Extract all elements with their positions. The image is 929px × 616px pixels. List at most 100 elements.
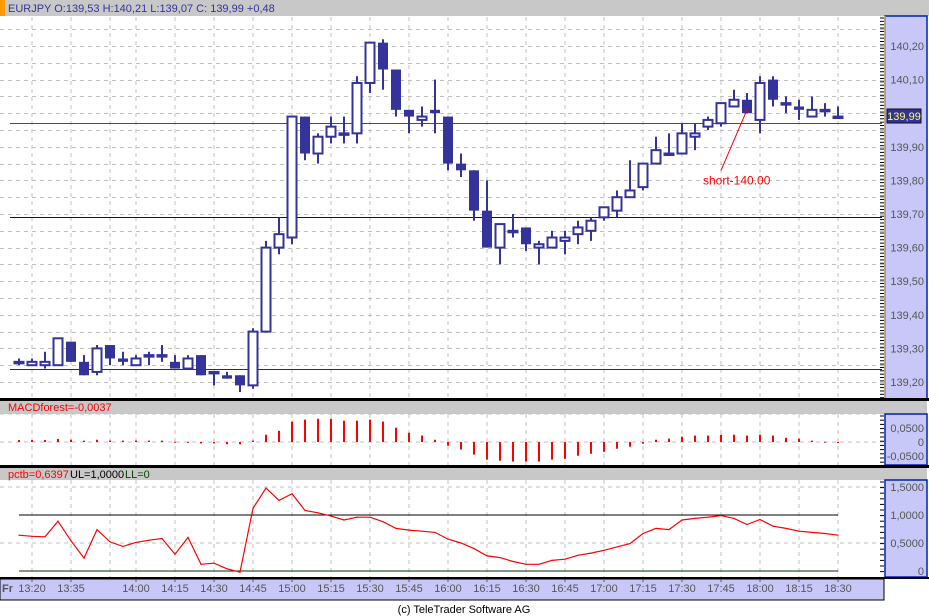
pctb-point: [681, 519, 683, 521]
candle-body-up: [689, 132, 701, 138]
pctb-point: [473, 548, 475, 550]
symbol-info: EURJPY O:139,53 H:140,21 L:139,07 C: 139…: [8, 3, 275, 15]
candle: [715, 102, 727, 127]
macd-bar: [642, 442, 644, 444]
macd-bar: [811, 440, 813, 442]
macd-bar: [317, 418, 319, 442]
candle-body-up: [546, 236, 558, 249]
macd-label: MACDforest=-0,0037: [8, 402, 112, 414]
candle: [391, 69, 401, 117]
time-label: 18:15: [785, 583, 813, 595]
candle-body-up: [676, 132, 688, 155]
pctb-point: [590, 552, 592, 554]
candle-body-up: [780, 102, 792, 106]
macd-bar: [499, 442, 501, 461]
annotation-label[interactable]: short-140.00: [703, 173, 771, 187]
pctb-point: [317, 512, 319, 514]
time-label: 14:30: [200, 583, 228, 595]
macd-bar: [629, 442, 631, 447]
candle-body-up: [52, 337, 64, 367]
price-tick-label: 139,40: [890, 310, 924, 322]
candle-body-up: [702, 118, 714, 128]
macd-bar: [694, 435, 696, 442]
pctb-point: [70, 540, 72, 542]
macd-bar: [109, 440, 111, 442]
time-label: 18:30: [824, 583, 852, 595]
candle-body-down: [118, 358, 128, 362]
time-label: 15:00: [278, 583, 306, 595]
macd-bar: [265, 434, 267, 442]
pctb-point: [252, 507, 254, 509]
candle-body-down: [456, 163, 466, 171]
time-label: 16:45: [551, 583, 579, 595]
pctb-point: [434, 531, 436, 533]
macd-bar: [512, 442, 514, 462]
macd-bar: [31, 440, 33, 442]
candle-body-down: [66, 341, 76, 362]
pctb-point: [525, 563, 527, 565]
time-label: 16:15: [473, 583, 501, 595]
macd-bar: [447, 442, 449, 446]
window-marker-icon[interactable]: [0, 0, 5, 16]
macd-bar: [525, 442, 527, 462]
background: [0, 0, 929, 616]
pctb-point: [486, 555, 488, 557]
time-label: 18:00: [746, 583, 774, 595]
pctb-point: [616, 546, 618, 548]
candle-body-down: [768, 79, 778, 100]
price-axis[interactable]: [884, 15, 928, 400]
candle-body-up: [364, 41, 376, 84]
macd-bar: [18, 440, 20, 442]
pctb-tick-label: 0,5000: [890, 538, 924, 550]
panel-separator[interactable]: [0, 465, 929, 468]
pctb-point: [161, 537, 163, 540]
macd-bar: [616, 442, 618, 449]
macd-bar: [785, 437, 787, 442]
pctb-point: [18, 534, 20, 536]
pctb-point: [655, 527, 657, 530]
time-label: 14:00: [122, 583, 150, 595]
candle-body-up: [650, 149, 662, 165]
pctb-point: [538, 563, 540, 565]
macd-bar: [291, 421, 293, 442]
candle: [260, 240, 272, 333]
pctb-point: [720, 514, 722, 517]
candle-body-down: [300, 116, 310, 154]
pctb-point: [187, 536, 189, 539]
macd-bar: [837, 442, 839, 444]
candle-body-up: [156, 354, 168, 358]
candle-body-up: [507, 229, 519, 234]
candle-body-down: [482, 210, 492, 248]
candle: [247, 328, 259, 389]
price-tick-label: 139,50: [890, 276, 924, 288]
time-label: 16:30: [512, 583, 540, 595]
candle-body-up: [806, 108, 818, 118]
pctb-point: [707, 516, 709, 518]
pctb-point: [369, 516, 371, 518]
candle-body-down: [404, 109, 414, 117]
macd-bar: [187, 441, 189, 443]
macd-bar: [655, 439, 657, 442]
panel-separator[interactable]: [0, 398, 929, 401]
candle-body-up: [351, 81, 363, 135]
macd-bar: [239, 442, 241, 445]
pctb-point: [148, 539, 150, 541]
candle-body-down: [430, 109, 440, 114]
pctb-point: [395, 527, 397, 530]
pctb-point: [31, 535, 33, 537]
time-label: 17:45: [707, 583, 735, 595]
price-tick-label: 139,30: [890, 343, 924, 355]
macd-bar: [369, 419, 371, 442]
macd-bar: [44, 440, 46, 442]
pctb-axis[interactable]: [884, 479, 928, 578]
candle-body-up: [416, 115, 428, 121]
pctb-label: pctb=0,6397: [8, 469, 69, 481]
candle-body-down: [794, 106, 804, 110]
price-tick-label: 140,20: [890, 41, 924, 53]
macd-bar: [824, 441, 826, 443]
time-label: 16:00: [434, 583, 462, 595]
candle-body-down: [170, 361, 180, 369]
macd-bar: [421, 435, 423, 442]
pctb-point: [200, 563, 202, 565]
macd-bar: [538, 442, 540, 462]
